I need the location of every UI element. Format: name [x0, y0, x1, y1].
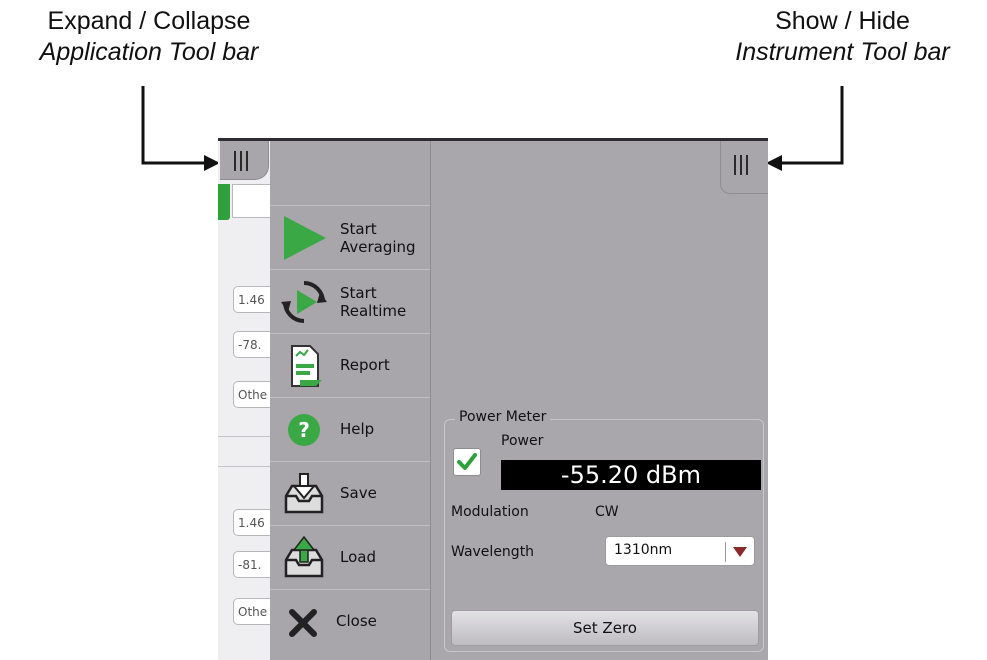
grip-icon — [234, 151, 236, 171]
wavelength-label: Wavelength — [451, 544, 535, 560]
expand-collapse-handle[interactable] — [220, 141, 269, 180]
help-button[interactable]: ? Help — [270, 397, 430, 461]
help-icon: ? — [288, 414, 320, 446]
modulation-value: CW — [595, 504, 619, 520]
report-icon — [291, 345, 322, 387]
device-screen: 1.46 -78. Othe 1.46 -81. Othe Start Aver… — [218, 138, 768, 660]
play-icon — [284, 216, 326, 260]
power-meter-panel: Power Meter Power -55.20 dBm Modulation … — [444, 409, 764, 652]
save-icon — [284, 473, 324, 514]
right-arrow-line — [782, 86, 844, 165]
power-label: Power — [501, 433, 544, 449]
active-tab-indicator[interactable] — [218, 184, 230, 220]
divider — [218, 436, 278, 437]
report-label: Report — [340, 356, 390, 374]
background-tab[interactable] — [232, 184, 274, 218]
power-value-display: -55.20 dBm — [501, 460, 761, 490]
right-arrow-head — [766, 155, 782, 171]
start-averaging-label-2: Averaging — [340, 238, 416, 256]
power-meter-title: Power Meter — [455, 409, 551, 425]
load-icon — [284, 535, 324, 578]
grip-icon — [240, 151, 242, 171]
start-realtime-button[interactable]: Start Realtime — [270, 269, 430, 333]
divider — [218, 466, 278, 467]
application-toolbar: Start Averaging Start Realtime Report ? … — [270, 141, 430, 660]
save-label: Save — [340, 484, 377, 502]
report-button[interactable]: Report — [270, 333, 430, 397]
start-realtime-label-2: Realtime — [340, 302, 407, 320]
dropdown-arrow-icon[interactable] — [733, 547, 747, 557]
close-button[interactable]: Close — [270, 589, 430, 660]
power-checkbox[interactable] — [453, 448, 481, 476]
start-averaging-label-1: Start — [340, 220, 377, 238]
refresh-play-icon — [281, 281, 327, 323]
modulation-label: Modulation — [451, 504, 529, 520]
grip-icon — [740, 155, 742, 175]
close-icon — [289, 609, 317, 637]
save-button[interactable]: Save — [270, 461, 430, 525]
select-separator — [725, 542, 726, 562]
toolbar-header — [270, 141, 430, 205]
close-label: Close — [336, 612, 377, 630]
wavelength-value: 1310nm — [614, 542, 673, 558]
load-button[interactable]: Load — [270, 525, 430, 589]
grip-icon — [734, 155, 736, 175]
load-label: Load — [340, 548, 376, 566]
grip-icon — [246, 151, 248, 171]
svg-text:?: ? — [298, 418, 310, 442]
help-label: Help — [340, 420, 375, 438]
show-hide-instrument-toolbar-handle[interactable] — [720, 141, 768, 194]
start-averaging-button[interactable]: Start Averaging — [270, 205, 430, 269]
set-zero-button[interactable]: Set Zero — [451, 610, 759, 646]
grip-icon — [746, 155, 748, 175]
left-arrow-line — [141, 86, 208, 165]
wavelength-select[interactable]: 1310nm — [605, 536, 755, 566]
start-realtime-label-1: Start — [340, 284, 377, 302]
checkmark-icon — [457, 453, 477, 470]
background-application: 1.46 -78. Othe 1.46 -81. Othe — [218, 141, 278, 660]
